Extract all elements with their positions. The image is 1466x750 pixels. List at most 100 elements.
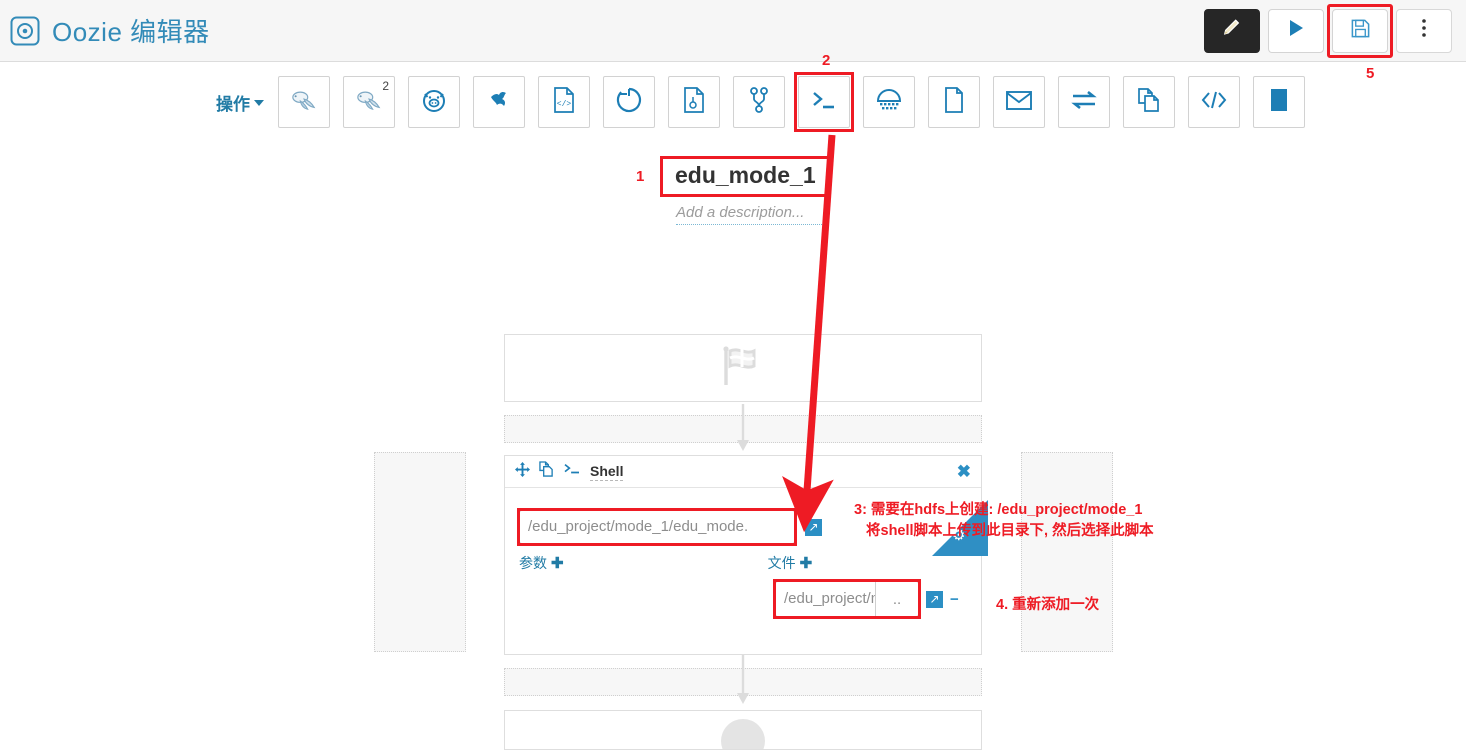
toolbar-item-pig-action-wrap [408, 76, 460, 128]
close-icon[interactable]: ✖ [957, 462, 971, 482]
file-path-input[interactable]: /edu_project/m [775, 581, 875, 617]
annotation-note-3-line-2: 将shell脚本上传到此目录下, 然后选择此脚本 [866, 523, 1154, 539]
workflow-name-input[interactable]: edu_mode_1 [660, 156, 831, 197]
dropzone-left[interactable] [374, 452, 466, 652]
end-node[interactable] [504, 710, 982, 750]
document-thermo-icon [682, 86, 706, 119]
toolbar-item-streaming-action[interactable] [1058, 76, 1110, 128]
toolbar-item-subworkflow-action[interactable] [928, 76, 980, 128]
annotation-note-3-line-1: 3: 需要在hdfs上创建: /edu_project/mode_1 [854, 502, 1143, 518]
filled-square-icon [1268, 87, 1290, 118]
edit-button[interactable] [1204, 8, 1260, 53]
toolbar-item-kill-action[interactable] [1253, 76, 1305, 128]
run-button-wrap [1268, 8, 1324, 53]
annotation-note-4: 4. 重新添加一次 [996, 597, 1100, 613]
move-arrows-icon[interactable] [515, 461, 530, 482]
add-file-button[interactable]: ✚ [800, 554, 813, 572]
save-button-wrap [1327, 3, 1393, 58]
terminal-prompt-icon [811, 89, 837, 116]
toolbar-item-java-action[interactable]: </> [538, 76, 590, 128]
toolbar-item-subworkflow-action-wrap [928, 76, 980, 128]
copy-pages-icon [1136, 86, 1162, 119]
shell-node[interactable]: Shell ✖ /edu_project/mode_1/edu_mode. ↗ … [504, 455, 982, 655]
file-browse-button[interactable]: ↗ [926, 590, 943, 608]
dropzone-right[interactable] [1021, 452, 1113, 652]
floppy-save-icon [1350, 18, 1371, 44]
toolbar-item-spark-action-wrap [473, 76, 525, 128]
toolbar-item-email-action[interactable] [993, 76, 1045, 128]
toolbar-item-streaming-action-wrap [1058, 76, 1110, 128]
params-label: 参数 [519, 555, 547, 571]
marker-2: 2 [822, 52, 831, 69]
kebab-vertical-icon [1421, 17, 1427, 44]
save-button[interactable] [1332, 8, 1388, 53]
more-button[interactable] [1396, 8, 1452, 53]
run-button[interactable] [1268, 8, 1324, 53]
toolbar-item-mapreduce-action-wrap [1123, 76, 1175, 128]
toolbar-item-fs-action[interactable] [733, 76, 785, 128]
toolbar-item-hive-action-wrap [278, 76, 330, 128]
toolbar-item-kill-action-wrap [1253, 76, 1305, 128]
files-label: 文件 [767, 555, 796, 571]
workflow-description-input[interactable]: Add a description... [676, 204, 826, 225]
toolbar-item-sqoop-action[interactable] [603, 76, 655, 128]
file-dots-button[interactable]: .. [875, 581, 919, 617]
chevron-down-icon [254, 99, 264, 106]
toolbar-item-spark-action[interactable] [473, 76, 525, 128]
hive-version-badge: 2 [382, 79, 389, 93]
file-input-wrap: /edu_project/m .. [773, 579, 921, 619]
server-rack-icon [875, 88, 903, 117]
brand: Oozie 编辑器 [0, 12, 210, 49]
shell-sublabels-row: 参数 ✚ 文件 ✚ [519, 553, 967, 573]
toolbar-item-mapreduce-action[interactable] [1123, 76, 1175, 128]
file-input-group: /edu_project/m .. [775, 581, 919, 617]
toolbar-item-shell-action-wrap [794, 72, 854, 132]
params-section: 参数 ✚ [519, 553, 564, 573]
toolbar-item-generic-action-wrap [1188, 76, 1240, 128]
duplicate-icon[interactable] [539, 461, 554, 482]
toolbar-item-email-action-wrap [993, 76, 1045, 128]
shell-script-browse-button[interactable]: ↗ [805, 518, 822, 536]
operations-dropdown[interactable]: 操作 [216, 90, 264, 115]
shell-node-header: Shell ✖ [505, 456, 981, 488]
file-entry-row: /edu_project/m .. ↗ − [773, 579, 967, 619]
oozie-target-icon [10, 16, 40, 46]
toolbar-item-shell-action[interactable] [798, 76, 850, 128]
toolbar-item-java-action-wrap: </> [538, 76, 590, 128]
start-node[interactable] [504, 334, 982, 402]
toolbar-item-hive-server2-action[interactable]: 2 [343, 76, 395, 128]
header-actions [1204, 3, 1466, 58]
shell-script-input[interactable]: /edu_project/mode_1/edu_mode. [519, 510, 795, 544]
app-header: Oozie 编辑器 [0, 0, 1466, 62]
toolbar-item-pig-action[interactable] [408, 76, 460, 128]
edit-button-wrap [1204, 8, 1260, 53]
shell-script-input-wrap: /edu_project/mode_1/edu_mode. [517, 508, 797, 546]
toolbar-item-distcp-action[interactable] [668, 76, 720, 128]
connector-arrow-bottom [737, 655, 749, 707]
play-icon [1286, 18, 1306, 43]
shell-node-title[interactable]: Shell [590, 463, 624, 481]
more-button-wrap [1396, 8, 1452, 53]
toolbar-item-generic-action[interactable] [1188, 76, 1240, 128]
checkered-flag-icon [718, 345, 768, 392]
pig-icon [420, 86, 448, 119]
hive-bee-icon [354, 87, 384, 118]
transfer-arrows-icon [1070, 89, 1098, 116]
spark-star-icon [485, 86, 513, 119]
connector-arrow-top [737, 404, 749, 454]
svg-text:</>: </> [557, 100, 572, 109]
files-section: 文件 ✚ [768, 553, 813, 573]
toolbar-item-ssh-action[interactable] [863, 76, 915, 128]
terminal-prompt-icon [563, 462, 581, 481]
branch-fork-icon [748, 86, 770, 119]
add-param-button[interactable]: ✚ [551, 554, 564, 572]
hive-bee-icon [289, 87, 319, 118]
pencil-icon [1221, 17, 1243, 44]
toolbar-item-hive-action[interactable] [278, 76, 330, 128]
toolbar-item-distcp-action-wrap [668, 76, 720, 128]
blank-page-icon [943, 86, 965, 119]
toolbar-item-hive-server2-action-wrap: 2 [343, 76, 395, 128]
remove-file-button[interactable]: − [950, 591, 959, 608]
angle-brackets-icon [1200, 90, 1228, 115]
toolbar-item-fs-action-wrap [733, 76, 785, 128]
